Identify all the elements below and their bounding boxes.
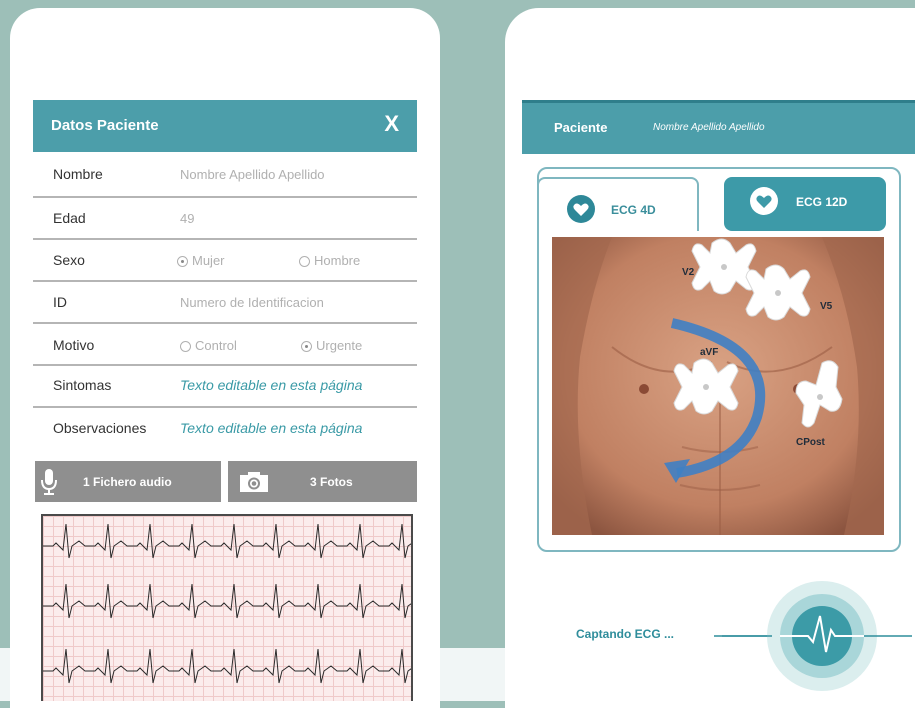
sexo-row: Sexo Mujer Hombre [33,240,417,282]
nombre-input[interactable]: Nombre Apellido Apellido [180,167,325,182]
nombre-label: Nombre [53,166,103,182]
patient-data-form: Datos Paciente X Nombre Nombre Apellido … [33,100,417,701]
patient-name: Nombre Apellido Apellido [653,122,765,133]
edad-input[interactable]: 49 [180,211,194,226]
heartbeat-icon [714,581,912,691]
microphone-icon [41,469,57,495]
tab-ecg-12d-label: ECG 12D [796,195,848,209]
electrode-label-cpost: CPost [796,437,825,448]
observaciones-row: Observaciones Texto editable en esta pág… [33,408,417,453]
sintomas-row: Sintomas Texto editable en esta página [33,366,417,408]
motivo-row: Motivo Control Urgente [33,324,417,366]
sexo-hombre-label: Hombre [314,253,361,268]
heart-icon [567,195,595,223]
sexo-mujer-radio[interactable]: Mujer [177,253,225,268]
motivo-urgente-label: Urgente [316,338,363,353]
edad-row: Edad 49 [33,198,417,240]
close-button[interactable]: X [384,111,399,137]
motivo-control-label: Control [195,338,237,353]
torso-illustration [552,237,884,535]
radio-selected-icon [177,256,188,267]
photos-button-label: 3 Fotos [310,475,353,489]
photos-button[interactable]: 3 Fotos [228,461,417,502]
torso-image: V2 V5 aVF CPost [552,237,884,535]
audio-button-label: 1 Fichero audio [83,475,172,489]
ecg-trace-preview [41,514,413,701]
radio-unselected-icon [299,256,310,267]
patient-label: Paciente [554,120,608,135]
ecg-capture-screen: Paciente Nombre Apellido Apellido ECG 4D… [522,100,915,701]
radio-selected-icon [301,341,312,352]
header-top-line [522,100,915,103]
motivo-control-radio[interactable]: Control [180,338,237,353]
electrode-label-avf: aVF [700,347,719,358]
tab-ecg-4d-label: ECG 4D [611,203,656,217]
tab-ecg-12d[interactable]: ECG 12D [724,177,886,231]
edad-label: Edad [53,210,86,226]
form-header: Datos Paciente X [33,100,417,152]
camera-icon [240,472,268,492]
heart-icon [750,187,778,215]
sexo-label: Sexo [53,252,85,268]
sintomas-label: Sintomas [53,377,112,393]
radio-unselected-icon [180,341,191,352]
motivo-label: Motivo [53,337,95,353]
capture-status-label: Captando ECG ... [576,627,675,641]
electrode-label-v5: V5 [820,301,833,312]
patient-header: Paciente Nombre Apellido Apellido [522,100,915,154]
form-title: Datos Paciente [51,117,159,134]
ecg-trace-lines [43,523,411,684]
sintomas-input[interactable]: Texto editable en esta página [180,377,362,393]
sexo-hombre-radio[interactable]: Hombre [299,253,360,268]
electrode-label-v2: V2 [682,267,695,278]
audio-button[interactable]: 1 Fichero audio [35,461,221,502]
id-row: ID Numero de Identificacion [33,282,417,324]
nombre-row: Nombre Nombre Apellido Apellido [33,152,417,198]
id-label: ID [53,294,67,310]
tab-ecg-4d[interactable]: ECG 4D [537,177,699,231]
motivo-urgente-radio[interactable]: Urgente [301,338,362,353]
sexo-mujer-label: Mujer [192,253,225,268]
observaciones-input[interactable]: Texto editable en esta página [180,420,362,436]
id-input[interactable]: Numero de Identificacion [180,295,324,310]
observaciones-label: Observaciones [53,420,147,436]
